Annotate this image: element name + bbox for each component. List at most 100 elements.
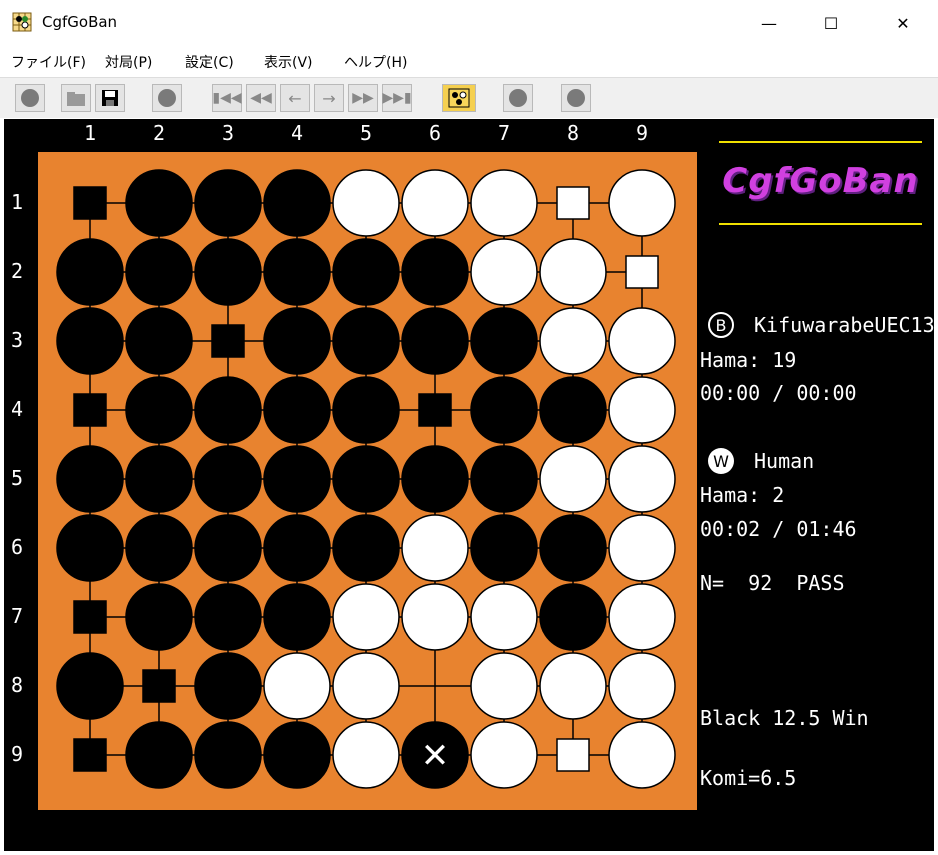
- menu-file[interactable]: ファイル(F): [11, 52, 86, 72]
- black-hama: Hama: 19: [700, 348, 797, 372]
- menu-game[interactable]: 対局(P): [105, 52, 152, 72]
- board-grid[interactable]: ✕: [38, 152, 697, 810]
- black-stone: [56, 652, 124, 720]
- save-button[interactable]: [95, 84, 125, 112]
- white-stone: [608, 169, 676, 237]
- forward-10-button[interactable]: ▶▶: [348, 84, 378, 112]
- white-stone: [470, 238, 538, 306]
- go-first-button[interactable]: ▮◀◀: [212, 84, 242, 112]
- row-label: 9: [10, 742, 24, 766]
- white-stone: [470, 583, 538, 651]
- menu-view[interactable]: 表示(V): [264, 52, 313, 72]
- black-stone: [125, 238, 193, 306]
- black-stone: [194, 376, 262, 444]
- black-stone: [332, 445, 400, 513]
- open-button[interactable]: [61, 84, 91, 112]
- black-stone: [56, 445, 124, 513]
- rewind-icon: ◀◀: [250, 90, 272, 106]
- white-hama: Hama: 2: [700, 483, 785, 507]
- pass-p-icon: [158, 89, 176, 107]
- black-territory-marker: [73, 600, 107, 634]
- white-territory-marker: [556, 186, 590, 220]
- logo-bottom-line: [719, 223, 922, 225]
- black-stone: [263, 445, 331, 513]
- black-stone: [125, 445, 193, 513]
- row-label: 7: [10, 604, 24, 628]
- white-stone: [332, 652, 400, 720]
- black-stone: [470, 376, 538, 444]
- black-territory-marker: [211, 324, 245, 358]
- close-icon: ✕: [896, 13, 910, 33]
- black-stone: [56, 514, 124, 582]
- komi: Komi=6.5: [700, 766, 797, 790]
- black-stone: [263, 169, 331, 237]
- black-stone: [263, 583, 331, 651]
- arrow-left-icon: ←: [288, 88, 302, 108]
- go-board[interactable]: ✕: [38, 152, 697, 810]
- fast-forward-icon: ▶▶: [352, 90, 374, 106]
- logo-top-line: [719, 141, 922, 143]
- logo: CgfGoBan: [719, 141, 922, 225]
- row-label: 4: [10, 397, 24, 421]
- white-territory-marker: [625, 255, 659, 289]
- black-stone: [332, 307, 400, 375]
- close-button[interactable]: ✕: [880, 0, 926, 46]
- white-stone: [470, 169, 538, 237]
- forward-1-button[interactable]: →: [314, 84, 344, 112]
- white-stone: [608, 445, 676, 513]
- back-10-button[interactable]: ◀◀: [246, 84, 276, 112]
- column-label: 6: [428, 121, 442, 145]
- black-stone: [194, 445, 262, 513]
- white-stone: [263, 652, 331, 720]
- black-stone: [401, 238, 469, 306]
- board-setup-button[interactable]: [442, 84, 476, 112]
- white-time: 00:02 / 01:46: [700, 517, 857, 541]
- maximize-icon: ☐: [823, 13, 839, 33]
- black-stone: [125, 583, 193, 651]
- black-stone: [194, 514, 262, 582]
- toolbar: ▮◀◀ ◀◀ ← → ▶▶ ▶▶▮: [0, 77, 938, 118]
- white-badge: W: [713, 451, 729, 471]
- column-label: 8: [566, 121, 580, 145]
- black-stone: [194, 583, 262, 651]
- white-stone: [332, 583, 400, 651]
- row-label: 5: [10, 466, 24, 490]
- menu-settings[interactable]: 設定(C): [185, 52, 234, 72]
- black-stone: [263, 721, 331, 789]
- black-stone: [125, 169, 193, 237]
- black-player-name: KifuwarabeUEC13: [754, 313, 935, 337]
- resign-button[interactable]: [503, 84, 533, 112]
- white-stone: [539, 238, 607, 306]
- black-stone: [56, 238, 124, 306]
- go-last-button[interactable]: ▶▶▮: [382, 84, 412, 112]
- black-stone: [332, 238, 400, 306]
- maximize-button[interactable]: ☐: [808, 0, 854, 46]
- black-territory-marker: [73, 738, 107, 772]
- minus-circle-icon: [509, 89, 527, 107]
- window-title: CgfGoBan: [42, 13, 118, 31]
- go-board-icon: [448, 88, 470, 108]
- black-stone: [194, 169, 262, 237]
- black-territory-marker: [142, 669, 176, 703]
- white-stone: [608, 721, 676, 789]
- new-game-button[interactable]: [15, 84, 45, 112]
- white-territory-marker: [556, 738, 590, 772]
- stop-button[interactable]: [561, 84, 591, 112]
- black-stone: [125, 307, 193, 375]
- menu-help[interactable]: ヘルプ(H): [344, 52, 407, 72]
- black-stone: [263, 238, 331, 306]
- game-result: Black 12.5 Win: [700, 706, 869, 730]
- black-stone: [125, 376, 193, 444]
- column-label: 4: [290, 121, 304, 145]
- black-time: 00:00 / 00:00: [700, 381, 857, 405]
- game-area: 1 2 3 4 5 6 7 8 9 1 2 3 4 5 6 7 8 9 ✕ CgfGoBan B Kifuwar…: [4, 119, 935, 851]
- white-stone: [608, 583, 676, 651]
- black-stone: [125, 721, 193, 789]
- pass-button[interactable]: [152, 84, 182, 112]
- black-stone: [56, 307, 124, 375]
- minimize-button[interactable]: —: [746, 0, 792, 46]
- back-1-button[interactable]: ←: [280, 84, 310, 112]
- white-stone: [608, 514, 676, 582]
- black-stone: [401, 445, 469, 513]
- black-stone: [470, 445, 538, 513]
